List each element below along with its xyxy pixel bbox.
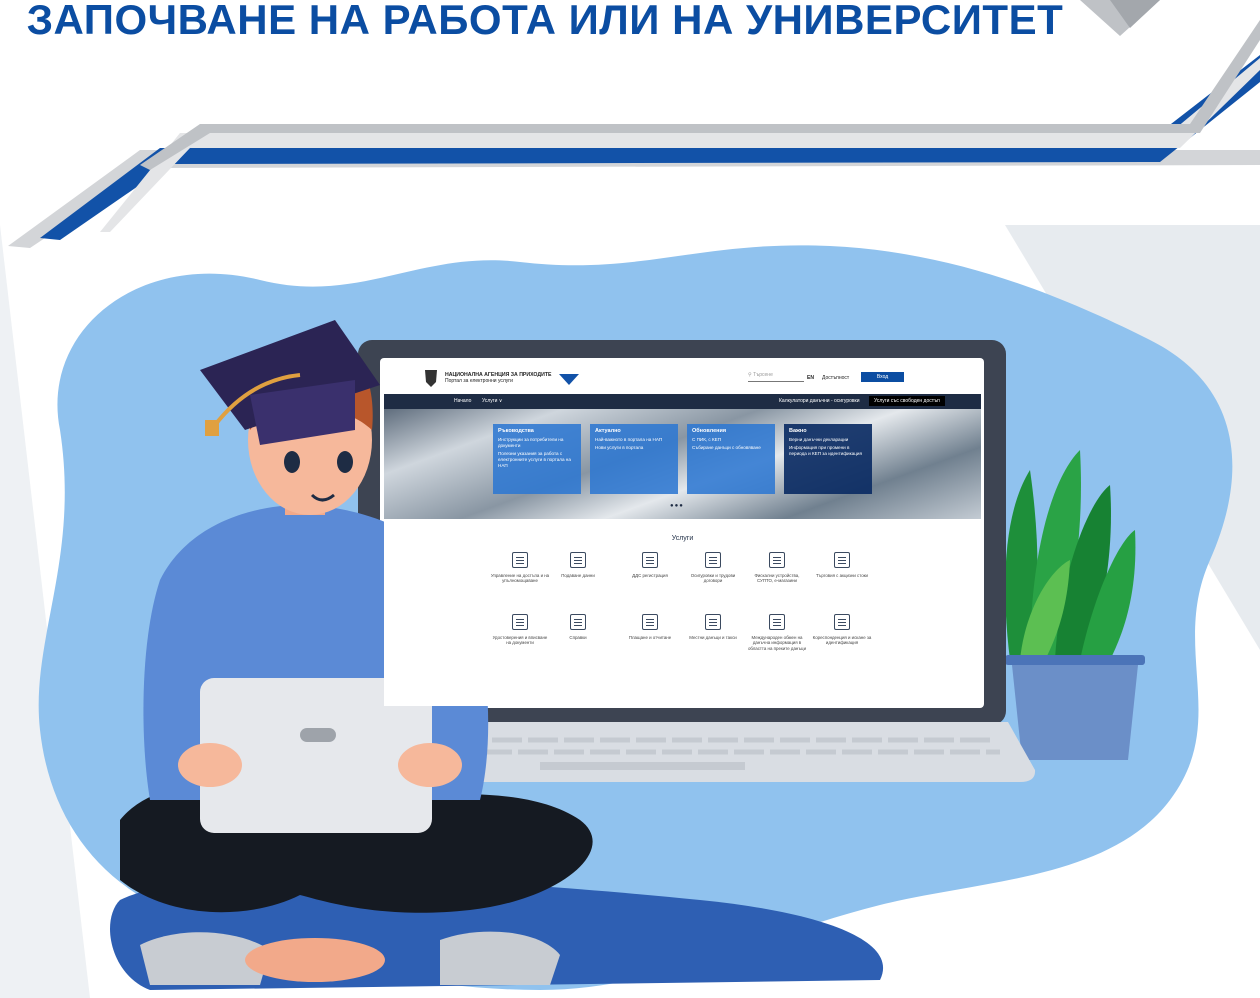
service-label: Осигуровки и трудови договори bbox=[690, 573, 736, 584]
login-button[interactable]: Вход bbox=[861, 372, 904, 382]
nav-services-free[interactable]: Услуги със свободен достъп bbox=[869, 396, 945, 406]
service-label: Търговия с акцизни стоки bbox=[815, 573, 869, 578]
header-swoosh bbox=[8, 20, 1260, 248]
portal-logo-icon bbox=[559, 374, 579, 385]
carousel-dots[interactable]: ●●● bbox=[670, 503, 684, 509]
card-updates[interactable]: Обновления С ПИК, с КЕП Събиране данъци … bbox=[687, 424, 775, 494]
search-icon: ⚲ bbox=[748, 372, 752, 378]
nav-calculator[interactable]: Калкулатори данъчни - осигуровки bbox=[779, 398, 860, 404]
card-news[interactable]: Актуално Най-важното в портала на НАП Но… bbox=[590, 424, 678, 494]
service-item[interactable]: ДДС регистрация bbox=[620, 552, 680, 578]
service-item[interactable]: Справки bbox=[548, 614, 608, 640]
service-label: Фискални устройства, СУПТО, е-магазини bbox=[754, 573, 800, 584]
search-placeholder: Търсене bbox=[753, 372, 773, 378]
card-line: Нови услуги в портала bbox=[595, 445, 644, 450]
card-title: Обновления bbox=[692, 428, 727, 434]
service-item[interactable]: Осигуровки и трудови договори bbox=[683, 552, 743, 584]
card-line: Събиране данъци с обновяване bbox=[692, 445, 761, 450]
globe-icon bbox=[769, 614, 785, 630]
document-check-icon bbox=[834, 614, 850, 630]
services-title: Услуги bbox=[671, 535, 694, 542]
card-line: Инструкции за потребители на документи bbox=[498, 437, 564, 448]
car-house-icon bbox=[705, 614, 721, 630]
person-badge-icon bbox=[705, 552, 721, 568]
service-label: Подаване данни bbox=[561, 573, 595, 578]
site-nav: Начало Услуги ∨ Калкулатори данъчни - ос… bbox=[384, 394, 981, 409]
edit-document-icon bbox=[570, 552, 586, 568]
service-label: Управление на достъпа и на упълномощаван… bbox=[490, 573, 550, 584]
accessibility-link[interactable]: Достъпност bbox=[822, 375, 849, 381]
card-important[interactable]: Важно Верни данъчни декларации Информаци… bbox=[784, 424, 872, 494]
service-item[interactable]: Фискални устройства, СУПТО, е-магазини bbox=[747, 552, 807, 584]
language-switch[interactable]: EN bbox=[807, 375, 814, 381]
card-line: С ПИК, с КЕП bbox=[692, 437, 722, 442]
service-label: Кореспонденция и искане за идентификация bbox=[812, 635, 872, 646]
service-item[interactable]: Подаване данни bbox=[548, 552, 608, 578]
nav-services[interactable]: Услуги ∨ bbox=[482, 398, 502, 404]
agency-logo-text: НАЦИОНАЛНА АГЕНЦИЯ ЗА ПРИХОДИТЕ Портал з… bbox=[445, 372, 551, 384]
laptop-screen-website: НАЦИОНАЛНА АГЕНЦИЯ ЗА ПРИХОДИТЕ Портал з… bbox=[384, 362, 981, 706]
payment-card-icon bbox=[642, 614, 658, 630]
card-line: Верни данъчни декларации bbox=[789, 437, 849, 442]
service-item[interactable]: Местни данъци и такси bbox=[683, 614, 743, 640]
corner-chevron bbox=[1080, 0, 1160, 36]
magnifier-document-icon bbox=[570, 614, 586, 630]
service-item[interactable]: Кореспонденция и искане за идентификация bbox=[812, 614, 872, 646]
site-header: НАЦИОНАЛНА АГЕНЦИЯ ЗА ПРИХОДИТЕ Портал з… bbox=[384, 362, 981, 394]
service-item[interactable]: Удостоверения и вписване на документи bbox=[490, 614, 550, 646]
card-line: Информация при промени в периода и КЕП з… bbox=[789, 445, 862, 456]
coat-of-arms-icon bbox=[425, 370, 437, 387]
service-item[interactable]: Международен обмен на данъчна информация… bbox=[747, 614, 807, 651]
search-input[interactable]: ⚲ Търсене bbox=[748, 372, 804, 382]
card-title: Важно bbox=[789, 428, 807, 434]
service-label: ДДС регистрация bbox=[632, 573, 668, 578]
document-icon bbox=[512, 552, 528, 568]
folder-fire-icon bbox=[834, 552, 850, 568]
card-line: Полезни указания за работа с електроннит… bbox=[498, 451, 571, 468]
service-item[interactable]: Управление на достъпа и на упълномощаван… bbox=[490, 552, 550, 584]
page-headline: ЗАПОЧВАНЕ НА РАБОТА ИЛИ НА УНИВЕРСИТЕТ bbox=[26, 0, 1064, 43]
service-item[interactable]: Плащане и отчитане bbox=[620, 614, 680, 640]
agency-subtitle: Портал за електронни услуги bbox=[445, 378, 513, 384]
card-title: Актуално bbox=[595, 428, 621, 434]
cash-register-icon bbox=[769, 552, 785, 568]
service-item[interactable]: Търговия с акцизни стоки bbox=[812, 552, 872, 578]
illustration-canvas: ЗАПОЧВАНЕ НА РАБОТА ИЛИ НА УНИВЕРСИТЕТ Н… bbox=[0, 0, 1260, 998]
card-guides[interactable]: Ръководства Инструкции за потребители на… bbox=[493, 424, 581, 494]
card-title: Ръководства bbox=[498, 428, 534, 434]
service-label: Удостоверения и вписване на документи bbox=[492, 635, 548, 646]
card-line: Най-важното в портала на НАП bbox=[595, 437, 663, 442]
service-label: Международен обмен на данъчна информация… bbox=[747, 635, 807, 651]
service-label: Плащане и отчитане bbox=[628, 635, 672, 640]
service-label: Местни данъци и такси bbox=[689, 635, 737, 640]
clipboard-icon bbox=[512, 614, 528, 630]
service-label: Справки bbox=[569, 635, 587, 640]
nav-home[interactable]: Начало bbox=[454, 398, 471, 404]
percent-icon bbox=[642, 552, 658, 568]
